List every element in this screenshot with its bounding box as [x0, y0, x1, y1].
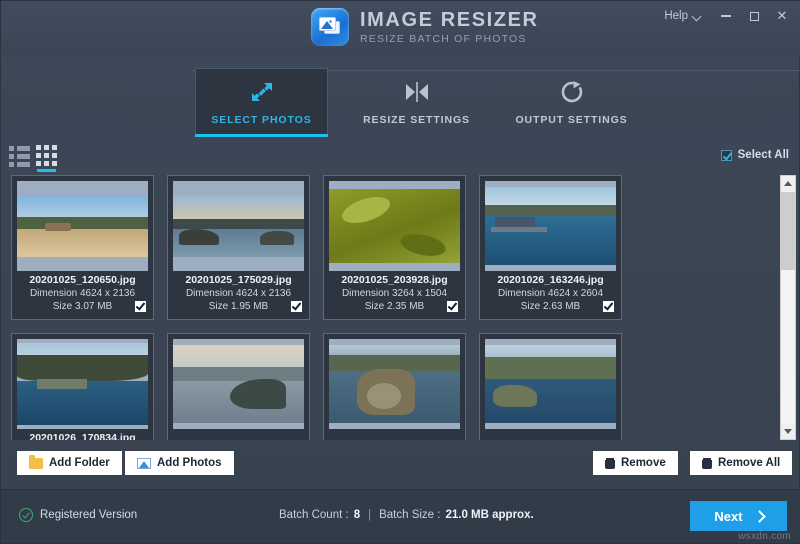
- close-button[interactable]: ✕: [769, 3, 795, 29]
- list-view-button[interactable]: [9, 146, 30, 170]
- minimize-icon: [721, 15, 731, 17]
- photo-filename: 20201026_163246.jpg: [487, 274, 614, 286]
- photo-size: Size 2.35 MB: [365, 301, 424, 312]
- check-circle-icon: [19, 508, 33, 522]
- remove-all-label: Remove All: [718, 457, 780, 469]
- tab-output-settings[interactable]: OUTPUT SETTINGS: [505, 68, 638, 136]
- tab-label: RESIZE SETTINGS: [363, 114, 470, 126]
- photo-dimension: Dimension 4624 x 2604: [487, 288, 614, 299]
- app-window: IMAGE RESIZER RESIZE BATCH OF PHOTOS Hel…: [0, 0, 800, 544]
- photo-card[interactable]: [323, 333, 466, 440]
- scroll-up-arrow-icon[interactable]: [781, 176, 795, 191]
- photo-checkbox[interactable]: [135, 301, 146, 312]
- app-title: IMAGE RESIZER: [360, 10, 539, 30]
- title-bar: IMAGE RESIZER RESIZE BATCH OF PHOTOS Hel…: [1, 1, 800, 57]
- add-photos-button[interactable]: Add Photos: [125, 451, 234, 475]
- help-label: Help: [664, 10, 688, 22]
- photo-card[interactable]: 20201025_120650.jpg Dimension 4624 x 213…: [11, 175, 154, 320]
- photo-dimension: Dimension 3264 x 1504: [331, 288, 458, 299]
- photo-gallery[interactable]: 20201025_120650.jpg Dimension 4624 x 213…: [11, 175, 781, 440]
- next-button[interactable]: Next: [690, 501, 787, 531]
- photo-thumbnail: [485, 181, 616, 271]
- photo-card[interactable]: 20201025_175029.jpg Dimension 4624 x 213…: [167, 175, 310, 320]
- batch-count-value: 8: [354, 509, 360, 521]
- tab-select-photos[interactable]: SELECT PHOTOS: [195, 68, 328, 136]
- resize-arrows-icon: [249, 79, 275, 105]
- watermark: wsxdn.com: [738, 531, 791, 542]
- folder-icon: [29, 458, 43, 469]
- add-folder-label: Add Folder: [49, 457, 110, 469]
- photo-card[interactable]: 20201025_203928.jpg Dimension 3264 x 150…: [323, 175, 466, 320]
- gallery-scrollbar[interactable]: [780, 175, 796, 440]
- view-toolbar: Select All: [1, 143, 800, 173]
- photo-checkbox[interactable]: [603, 301, 614, 312]
- select-all-label: Select All: [738, 149, 789, 161]
- add-photos-label: Add Photos: [157, 457, 222, 469]
- remove-all-button[interactable]: Remove All: [690, 451, 792, 475]
- grid-view-button[interactable]: [36, 145, 57, 172]
- scroll-down-arrow-icon[interactable]: [781, 424, 795, 439]
- photo-card[interactable]: [479, 333, 622, 440]
- photo-icon: [137, 458, 151, 469]
- trash-icon: [702, 458, 712, 469]
- photo-filename: 20201025_203928.jpg: [331, 274, 458, 286]
- image-resizer-logo: [311, 8, 349, 46]
- batch-separator: |: [368, 509, 371, 521]
- photo-card[interactable]: 20201026_163246.jpg Dimension 4624 x 260…: [479, 175, 622, 320]
- photo-size: Size 3.07 MB: [53, 301, 112, 312]
- photo-size: Size 1.95 MB: [209, 301, 268, 312]
- minimize-button[interactable]: [713, 3, 739, 29]
- registered-status: Registered Version: [19, 508, 137, 522]
- maximize-icon: [750, 12, 759, 21]
- photo-thumbnail: [173, 339, 304, 429]
- photo-dimension: Dimension 4624 x 2136: [175, 288, 302, 299]
- trash-icon: [605, 458, 615, 469]
- photo-grid: 20201025_120650.jpg Dimension 4624 x 213…: [11, 175, 781, 440]
- help-menu-button[interactable]: Help: [655, 5, 711, 27]
- close-icon: ✕: [777, 8, 788, 24]
- refresh-icon: [559, 79, 585, 105]
- resize-width-icon: [404, 79, 430, 105]
- registered-label: Registered Version: [40, 509, 137, 521]
- gallery-action-bar: Add Folder Add Photos Remove Remove All: [1, 449, 800, 481]
- batch-summary: Batch Count : 8 | Batch Size : 21.0 MB a…: [279, 509, 534, 521]
- brand: IMAGE RESIZER RESIZE BATCH OF PHOTOS: [311, 8, 539, 46]
- photo-thumbnail: [17, 181, 148, 271]
- add-folder-button[interactable]: Add Folder: [17, 451, 122, 475]
- photo-thumbnail: [17, 339, 148, 429]
- tab-resize-settings[interactable]: RESIZE SETTINGS: [350, 68, 483, 136]
- grid-view-active-indicator: [37, 169, 56, 172]
- scrollbar-thumb[interactable]: [781, 192, 795, 270]
- photo-thumbnail: [329, 339, 460, 429]
- batch-size-label: Batch Size :: [379, 509, 440, 521]
- next-label: Next: [714, 509, 742, 524]
- app-subtitle: RESIZE BATCH OF PHOTOS: [360, 34, 539, 45]
- photo-thumbnail: [485, 339, 616, 429]
- photo-card[interactable]: 20201026_170834.jpg Dimension 4624 x 260…: [11, 333, 154, 440]
- tab-bar: SELECT PHOTOS RESIZE SETTINGS OUTPUT SET…: [1, 68, 800, 140]
- chevron-down-icon: [693, 12, 702, 21]
- tab-label: OUTPUT SETTINGS: [515, 114, 627, 126]
- remove-label: Remove: [621, 457, 666, 469]
- photo-filename: 20201025_120650.jpg: [19, 274, 146, 286]
- maximize-button[interactable]: [741, 3, 767, 29]
- photo-card[interactable]: [167, 333, 310, 440]
- photo-thumbnail: [329, 181, 460, 271]
- select-all-control[interactable]: Select All: [721, 149, 789, 161]
- photo-filename: 20201025_175029.jpg: [175, 274, 302, 286]
- photo-filename: 20201026_170834.jpg: [19, 432, 146, 440]
- photo-thumbnail: [173, 181, 304, 271]
- window-controls: Help ✕: [655, 1, 795, 31]
- remove-button[interactable]: Remove: [593, 451, 678, 475]
- checkbox-checked-icon[interactable]: [721, 150, 732, 161]
- photo-size: Size 2.63 MB: [521, 301, 580, 312]
- chevron-right-icon: [755, 512, 763, 520]
- batch-count-label: Batch Count :: [279, 509, 349, 521]
- photo-checkbox[interactable]: [291, 301, 302, 312]
- photo-dimension: Dimension 4624 x 2136: [19, 288, 146, 299]
- batch-size-value: 21.0 MB approx.: [445, 509, 533, 521]
- status-bar: Registered Version Batch Count : 8 | Bat…: [1, 489, 800, 543]
- tab-label: SELECT PHOTOS: [211, 114, 311, 126]
- photo-checkbox[interactable]: [447, 301, 458, 312]
